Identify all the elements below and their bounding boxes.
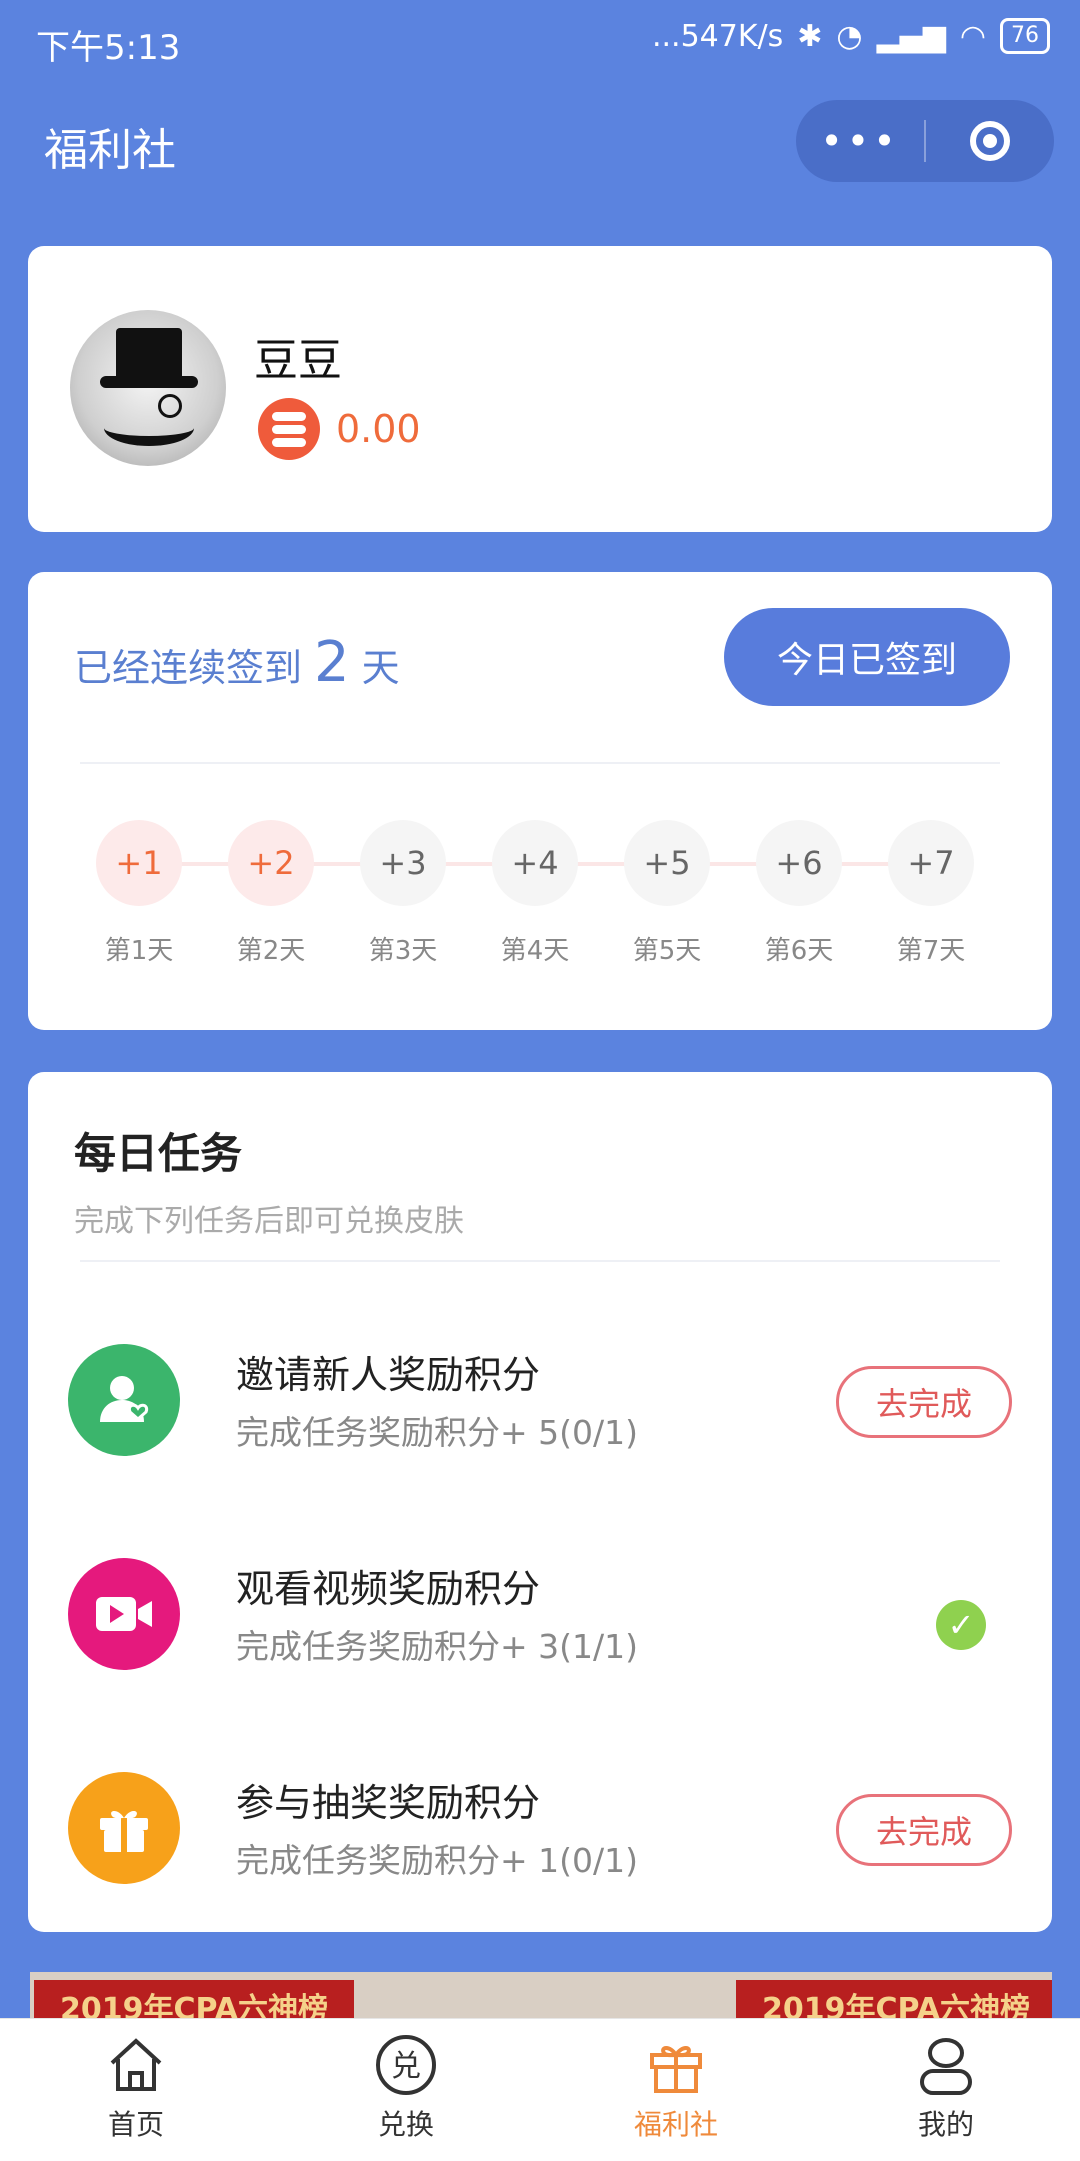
task-item-video: 观看视频奖励积分 完成任务奖励积分+ 3(1/1) ✓ — [28, 1554, 1052, 1674]
divider — [80, 1260, 1000, 1262]
status-bar: 下午5:13 ...547K/s ✱ ◔ ▂▄▆ ◠ 76 — [0, 0, 1080, 80]
signin-day-5: +5 第5天 — [622, 820, 712, 967]
day-reward: +5 — [624, 820, 710, 906]
tab-welfare[interactable]: 福利社 — [596, 2033, 756, 2143]
close-circle-icon — [970, 121, 1010, 161]
signin-streak: 已经连续签到 2 天 — [74, 630, 400, 695]
day-reward: +6 — [756, 820, 842, 906]
task-item-lottery: 参与抽奖奖励积分 完成任务奖励积分+ 1(0/1) 去完成 — [28, 1768, 1052, 1888]
day-reward: +4 — [492, 820, 578, 906]
signed-in-button[interactable]: 今日已签到 — [724, 608, 1010, 706]
user-heart-icon — [68, 1344, 180, 1456]
day-label: 第7天 — [896, 936, 966, 966]
day-label: 第6天 — [764, 936, 834, 966]
alarm-icon: ◔ — [836, 18, 863, 54]
tasks-subtitle: 完成下列任务后即可兑换皮肤 — [74, 1204, 464, 1239]
signin-day-1: +1 第1天 — [94, 820, 184, 967]
day-reward: +2 — [228, 820, 314, 906]
task-desc: 完成任务奖励积分+ 5(0/1) — [236, 1413, 638, 1452]
signal-icon: ▂▄▆ — [876, 18, 946, 54]
user-name: 豆豆 — [254, 335, 342, 386]
signin-day-4: +4 第4天 — [490, 820, 580, 967]
video-camera-icon — [68, 1558, 180, 1670]
signin-day-6: +6 第6天 — [754, 820, 844, 967]
signin-day-3: +3 第3天 — [358, 820, 448, 967]
gift-icon — [68, 1772, 180, 1884]
streak-suffix: 天 — [361, 646, 400, 690]
signin-day-7: +7 第7天 — [886, 820, 976, 967]
day-label: 第2天 — [236, 936, 306, 966]
day-label: 第5天 — [632, 936, 702, 966]
tab-mine[interactable]: 我的 — [866, 2033, 1026, 2143]
task-name: 参与抽奖奖励积分 — [236, 1781, 541, 1825]
tasks-title: 每日任务 — [74, 1129, 243, 1178]
close-button[interactable] — [926, 100, 1054, 182]
more-button[interactable]: ••• — [796, 100, 924, 182]
completed-check-icon: ✓ — [936, 1600, 986, 1650]
task-desc: 完成任务奖励积分+ 1(0/1) — [236, 1841, 638, 1880]
divider — [80, 762, 1000, 764]
profile-icon — [914, 2033, 978, 2097]
points-value: 0.00 — [336, 407, 421, 451]
status-icons: ...547K/s ✱ ◔ ▂▄▆ ◠ 76 — [652, 18, 1050, 54]
tab-home[interactable]: 首页 — [56, 2033, 216, 2143]
capsule-menu: ••• — [796, 100, 1054, 182]
day-label: 第1天 — [104, 936, 174, 966]
task-item-invite: 邀请新人奖励积分 完成任务奖励积分+ 5(0/1) 去完成 — [28, 1340, 1052, 1460]
home-icon — [104, 2033, 168, 2097]
tab-bar: 首页 兑 兑换 福利社 我的 — [0, 2018, 1080, 2161]
tab-exchange[interactable]: 兑 兑换 — [326, 2033, 486, 2143]
tab-label: 福利社 — [633, 2108, 718, 2141]
streak-days: 2 — [314, 630, 350, 695]
task-name: 邀请新人奖励积分 — [236, 1353, 541, 1397]
day-reward: +1 — [96, 820, 182, 906]
tab-label: 我的 — [917, 2108, 974, 2141]
day-reward: +7 — [888, 820, 974, 906]
nav-bar: 福利社 ••• — [0, 100, 1080, 210]
gift-icon — [644, 2033, 708, 2097]
tab-label: 兑换 — [377, 2108, 434, 2141]
day-reward: +3 — [360, 820, 446, 906]
status-time: 下午5:13 — [36, 28, 181, 68]
daily-tasks-card: 每日任务 完成下列任务后即可兑换皮肤 邀请新人奖励积分 完成任务奖励积分+ 5(… — [28, 1072, 1052, 1932]
coin-icon — [258, 398, 320, 460]
task-name: 观看视频奖励积分 — [236, 1567, 541, 1611]
signin-card: 已经连续签到 2 天 今日已签到 +1 第1天 +2 第2天 +3 第3天 +4 第4天 +5 第5天… — [28, 572, 1052, 1030]
avatar[interactable] — [70, 310, 226, 466]
page-title: 福利社 — [44, 125, 176, 176]
tab-label: 首页 — [107, 2108, 164, 2141]
profile-card: 豆豆 0.00 — [28, 246, 1052, 532]
signin-day-2: +2 第2天 — [226, 820, 316, 967]
exchange-icon: 兑 — [374, 2033, 438, 2097]
battery-icon: 76 — [1000, 18, 1050, 54]
network-speed: ...547K/s — [651, 18, 784, 54]
streak-prefix: 已经连续签到 — [74, 646, 303, 690]
wifi-icon: ◠ — [959, 18, 986, 54]
task-desc: 完成任务奖励积分+ 3(1/1) — [236, 1627, 638, 1666]
bluetooth-icon: ✱ — [797, 18, 823, 54]
go-complete-button[interactable]: 去完成 — [836, 1366, 1012, 1438]
points-row: 0.00 — [258, 398, 421, 460]
svg-text:兑: 兑 — [391, 2049, 421, 2084]
day-label: 第3天 — [368, 936, 438, 966]
day-label: 第4天 — [500, 936, 570, 966]
go-complete-button[interactable]: 去完成 — [836, 1794, 1012, 1866]
